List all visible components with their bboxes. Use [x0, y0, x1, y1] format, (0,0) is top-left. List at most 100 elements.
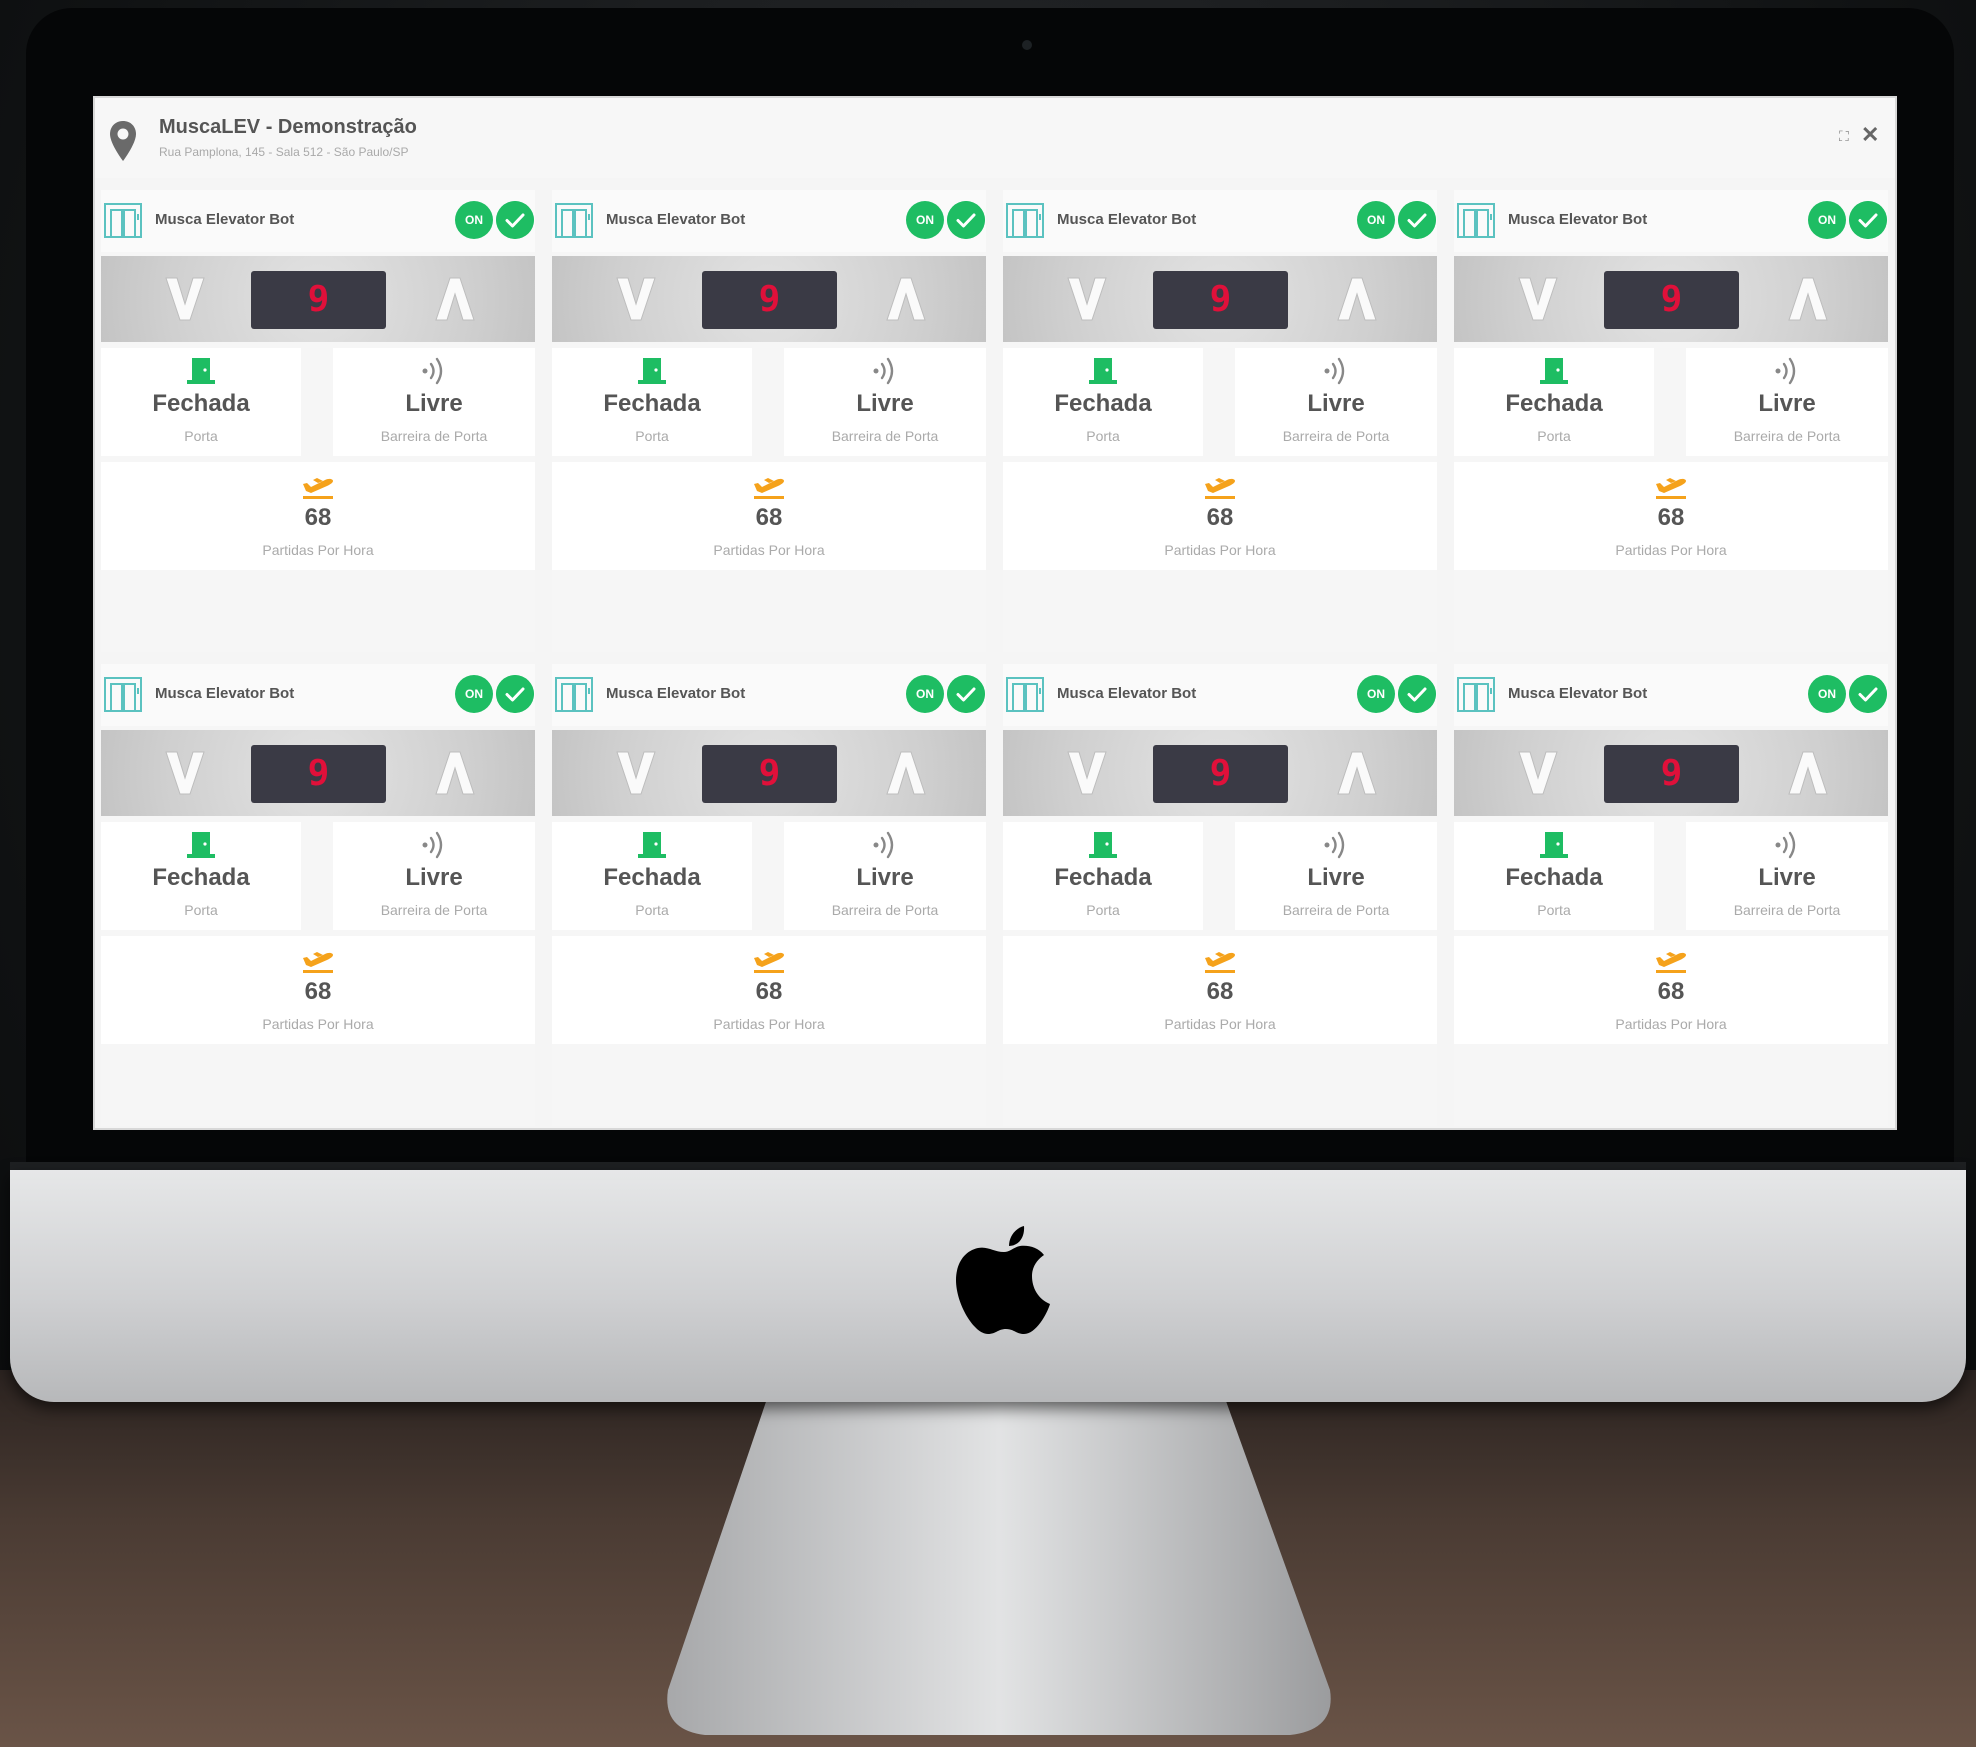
chevron-down-icon[interactable]	[1516, 274, 1560, 324]
chevron-down-icon[interactable]	[1516, 748, 1560, 798]
floor-display-bar: 9	[101, 730, 535, 816]
check-icon	[496, 675, 534, 713]
barrier-value: Livre	[856, 864, 914, 891]
trips-label: Partidas Por Hora	[1164, 542, 1276, 558]
door-label: Porta	[184, 428, 218, 444]
chevron-up-icon[interactable]	[1786, 748, 1830, 798]
departure-icon	[1656, 478, 1686, 499]
door-icon	[1540, 832, 1568, 858]
door-label: Porta	[1537, 428, 1571, 444]
elevator-card[interactable]: Musca Elevator Bot ON 9 Fechada Porta Li…	[552, 664, 986, 1126]
door-value: Fechada	[1505, 864, 1603, 891]
barrier-value: Livre	[856, 390, 914, 417]
trips-label: Partidas Por Hora	[713, 542, 825, 558]
elevator-card[interactable]: Musca Elevator Bot ON 9 Fechada Porta Li…	[1003, 664, 1437, 1126]
door-label: Porta	[1537, 902, 1571, 918]
top-bar: MuscaLEV - Demonstração Rua Pamplona, 14…	[95, 98, 1895, 178]
elevator-card[interactable]: Musca Elevator Bot ON 9 Fechada Porta Li…	[1454, 664, 1888, 1126]
trips-per-hour-tile: 68 Partidas Por Hora	[552, 462, 986, 570]
chevron-up-icon[interactable]	[433, 274, 477, 324]
elevator-card[interactable]: Musca Elevator Bot ON 9 Fechada Porta Li…	[101, 664, 535, 1126]
trips-value: 68	[1206, 504, 1234, 531]
departure-icon	[1656, 952, 1686, 973]
departure-icon	[754, 478, 784, 499]
chevron-up-icon[interactable]	[884, 748, 928, 798]
chevron-down-icon[interactable]	[614, 748, 658, 798]
check-icon	[1849, 675, 1887, 713]
card-header: Musca Elevator Bot ON	[101, 664, 535, 726]
barrier-value: Livre	[1758, 864, 1816, 891]
check-icon	[947, 201, 985, 239]
expand-icon[interactable]: ⛶	[1839, 128, 1849, 145]
floor-number: 9	[702, 271, 837, 329]
chevron-down-icon[interactable]	[1065, 748, 1109, 798]
trips-label: Partidas Por Hora	[262, 542, 374, 558]
check-icon	[947, 675, 985, 713]
door-icon	[1089, 832, 1117, 858]
departure-icon	[1205, 478, 1235, 499]
door-status-tile: Fechada Porta	[101, 822, 301, 930]
door-icon	[1540, 358, 1568, 384]
chevron-up-icon[interactable]	[1335, 274, 1379, 324]
floor-display-bar: 9	[1454, 256, 1888, 342]
card-title: Musca Elevator Bot	[606, 211, 746, 228]
door-barrier-tile: Livre Barreira de Porta	[784, 348, 986, 456]
floor-display-bar: 9	[1003, 256, 1437, 342]
door-icon	[638, 832, 666, 858]
elevator-icon	[555, 203, 593, 238]
card-header: Musca Elevator Bot ON	[552, 190, 986, 252]
departure-icon	[303, 952, 333, 973]
door-label: Porta	[184, 902, 218, 918]
card-header: Musca Elevator Bot ON	[1454, 664, 1888, 726]
floor-number: 9	[1604, 271, 1739, 329]
barrier-label: Barreira de Porta	[1282, 428, 1390, 444]
floor-display-bar: 9	[1454, 730, 1888, 816]
elevator-card[interactable]: Musca Elevator Bot ON 9 Fechada Porta Li…	[1454, 190, 1888, 652]
check-icon	[1398, 201, 1436, 239]
elevator-icon	[1006, 677, 1044, 712]
chevron-up-icon[interactable]	[884, 274, 928, 324]
sensor-waves-icon	[1775, 831, 1796, 859]
on-status-badge: ON	[906, 201, 944, 239]
elevator-card[interactable]: Musca Elevator Bot ON 9 Fechada Porta Li…	[1003, 190, 1437, 652]
trips-value: 68	[304, 504, 332, 531]
door-status-tile: Fechada Porta	[1003, 348, 1203, 456]
door-value: Fechada	[152, 864, 250, 891]
desk-background	[0, 1370, 1976, 1747]
trips-per-hour-tile: 68 Partidas Por Hora	[552, 936, 986, 1044]
elevator-grid: Musca Elevator Bot ON 9 Fechada Porta Li…	[101, 190, 1893, 1126]
floor-number: 9	[251, 271, 386, 329]
on-status-badge: ON	[455, 201, 493, 239]
elevator-card[interactable]: Musca Elevator Bot ON 9 Fechada Porta Li…	[101, 190, 535, 652]
chevron-up-icon[interactable]	[433, 748, 477, 798]
trips-per-hour-tile: 68 Partidas Por Hora	[1003, 936, 1437, 1044]
trips-value: 68	[755, 504, 783, 531]
chevron-down-icon[interactable]	[614, 274, 658, 324]
card-header: Musca Elevator Bot ON	[1454, 190, 1888, 252]
chevron-up-icon[interactable]	[1786, 274, 1830, 324]
barrier-label: Barreira de Porta	[831, 902, 939, 918]
site-name: MuscaLEV - Demonstração	[159, 116, 417, 138]
chevron-down-icon[interactable]	[163, 748, 207, 798]
door-status-tile: Fechada Porta	[552, 822, 752, 930]
chevron-up-icon[interactable]	[1335, 748, 1379, 798]
door-icon	[638, 358, 666, 384]
chevron-down-icon[interactable]	[1065, 274, 1109, 324]
on-status-badge: ON	[455, 675, 493, 713]
trips-value: 68	[1657, 978, 1685, 1005]
app-screen: MuscaLEV - Demonstração Rua Pamplona, 14…	[95, 98, 1895, 1128]
trips-per-hour-tile: 68 Partidas Por Hora	[1003, 462, 1437, 570]
door-barrier-tile: Livre Barreira de Porta	[333, 822, 535, 930]
elevator-icon	[104, 203, 142, 238]
floor-display-bar: 9	[1003, 730, 1437, 816]
elevator-card[interactable]: Musca Elevator Bot ON 9 Fechada Porta Li…	[552, 190, 986, 652]
floor-number: 9	[1153, 745, 1288, 803]
on-status-badge: ON	[1357, 675, 1395, 713]
door-status-tile: Fechada Porta	[101, 348, 301, 456]
floor-display-bar: 9	[552, 256, 986, 342]
chevron-down-icon[interactable]	[163, 274, 207, 324]
close-icon[interactable]: ✕	[1861, 122, 1879, 148]
barrier-label: Barreira de Porta	[380, 428, 488, 444]
barrier-label: Barreira de Porta	[380, 902, 488, 918]
on-status-badge: ON	[1357, 201, 1395, 239]
